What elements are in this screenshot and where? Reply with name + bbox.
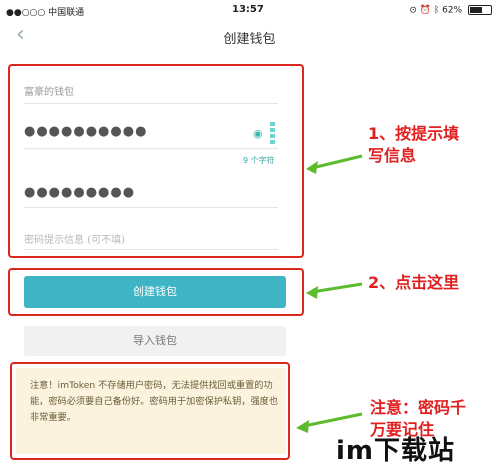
divider bbox=[24, 207, 278, 208]
annotation-step1: 1、按提示填 写信息 bbox=[368, 123, 459, 167]
password-input[interactable]: ●●●●●●●●●● bbox=[24, 124, 147, 139]
battery-icon bbox=[468, 5, 492, 15]
confirm-password-input[interactable]: ●●●●●●●●● bbox=[24, 185, 135, 200]
wallet-name-input[interactable]: 富豪的钱包 bbox=[24, 83, 74, 98]
battery-percent: 62% bbox=[442, 5, 463, 16]
char-count: 9 个字符 bbox=[243, 156, 275, 165]
password-strength-meter bbox=[270, 122, 275, 146]
create-wallet-button[interactable]: 创建钱包 bbox=[24, 276, 286, 308]
status-bar: ●●○○○ 中国联通 13:57 ⊙ ⏰ ᛒ 62% bbox=[0, 0, 499, 20]
strength-bar bbox=[270, 134, 275, 138]
eye-toggle-icon[interactable]: ◉ bbox=[253, 127, 263, 140]
alarm-icon: ⏰ bbox=[419, 5, 431, 16]
status-right: ⊙ ⏰ ᛒ 62% bbox=[222, 5, 492, 16]
bluetooth-icon: ᛒ bbox=[433, 5, 440, 16]
annotation-step1-line2: 写信息 bbox=[368, 146, 417, 165]
password-hint-input[interactable]: 密码提示信息 (可不填) bbox=[24, 231, 125, 246]
lock-rotation-icon: ⊙ bbox=[409, 5, 417, 16]
arrow-icon bbox=[306, 154, 363, 174]
strength-bar bbox=[270, 140, 275, 144]
arrow-icon bbox=[306, 282, 363, 299]
divider bbox=[24, 103, 278, 104]
page-title: 创建钱包 bbox=[223, 32, 276, 47]
notice-text: 注意！imToken 不存储用户密码，无法提供找回或重置的功能，密码必须要自己备… bbox=[30, 380, 279, 423]
strength-bar bbox=[270, 128, 275, 132]
divider bbox=[24, 148, 278, 149]
annotation-step1-line1: 1、按提示填 bbox=[368, 124, 460, 143]
divider bbox=[24, 249, 278, 250]
import-wallet-button[interactable]: 导入钱包 bbox=[24, 326, 286, 356]
strength-bar bbox=[270, 122, 275, 126]
annotation-step2: 2、点击这里 bbox=[368, 273, 460, 292]
annotation-note-line1: 注意：密码千 bbox=[370, 398, 467, 417]
carrier-label: ●●○○○ 中国联通 bbox=[6, 8, 85, 18]
watermark-logo: im下载站 bbox=[336, 436, 456, 466]
